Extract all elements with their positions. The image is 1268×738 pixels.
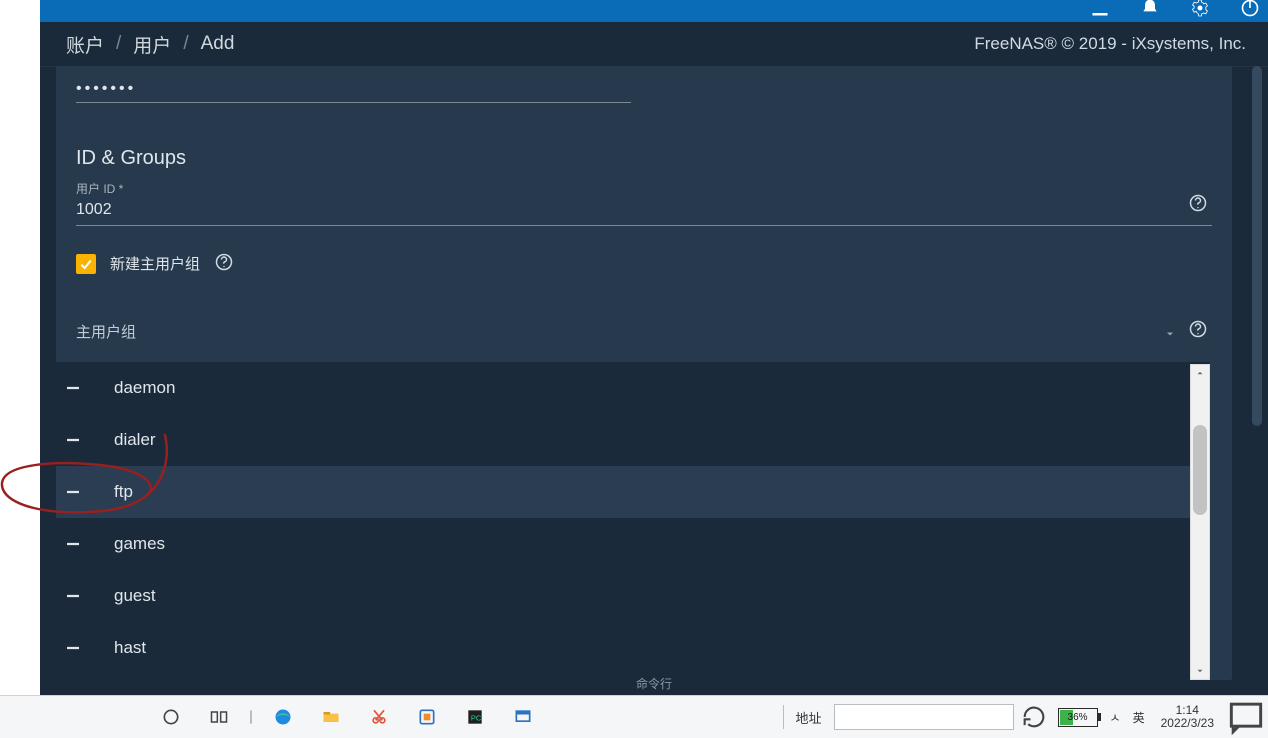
topbar: [40, 0, 1268, 22]
file-explorer-icon[interactable]: [308, 697, 354, 737]
address-label: 地址: [796, 708, 822, 727]
breadcrumb-add: Add: [197, 33, 239, 55]
breadcrumb: 账户 / 用户 / Add FreeNAS® © 2019 - iXsystem…: [40, 22, 1268, 67]
group-option-hast[interactable]: hast: [56, 622, 1210, 674]
dash-icon: [64, 483, 82, 501]
freenas-window: 账户 / 用户 / Add FreeNAS® © 2019 - iXsystem…: [40, 0, 1268, 696]
dash-icon: [64, 431, 82, 449]
battery-icon[interactable]: 36%: [1058, 708, 1098, 727]
group-option-dialer[interactable]: dialer: [56, 414, 1210, 466]
form-card: ID & Groups 用户 ID * 1002 新建主用户组: [56, 66, 1232, 680]
refresh-icon[interactable]: [1020, 704, 1048, 730]
primary-group-select[interactable]: 主用户组: [76, 321, 1212, 342]
power-icon[interactable]: [1240, 0, 1260, 21]
dash-icon: [64, 379, 82, 397]
notifications-icon[interactable]: [1140, 0, 1160, 21]
group-option-label: games: [114, 534, 165, 554]
group-option-label: ftp: [114, 482, 133, 502]
topbar-icon-1[interactable]: [1090, 0, 1110, 21]
user-id-label: 用户 ID *: [76, 180, 1212, 197]
group-option-label: guest: [114, 586, 156, 606]
group-option-label: daemon: [114, 378, 175, 398]
action-center-icon[interactable]: [1224, 697, 1268, 737]
app-icon[interactable]: [500, 697, 546, 737]
svg-text:PC: PC: [471, 713, 482, 722]
group-option-guest[interactable]: guest: [56, 570, 1210, 622]
cortana-icon[interactable]: [148, 697, 194, 737]
tray-chevron-icon[interactable]: ㅅ: [1104, 709, 1127, 726]
edge-app-icon[interactable]: [260, 697, 306, 737]
clock[interactable]: 1:14 2022/3/23: [1151, 704, 1224, 730]
vmware-app-icon[interactable]: [404, 697, 450, 737]
group-option-ftp[interactable]: ftp: [56, 466, 1210, 518]
group-options-list: daemon dialer ftp games guest hast: [56, 362, 1210, 680]
dash-icon: [64, 587, 82, 605]
address-bar-area: 地址: [777, 704, 1048, 730]
task-view-icon[interactable]: [196, 697, 242, 737]
new-primary-group-label: 新建主用户组: [110, 253, 200, 274]
breadcrumb-accounts[interactable]: 账户: [62, 31, 108, 58]
scroll-thumb[interactable]: [1252, 66, 1262, 426]
address-input[interactable]: [834, 704, 1014, 730]
group-option-daemon[interactable]: daemon: [56, 362, 1210, 414]
password-confirm-input[interactable]: [76, 76, 631, 103]
chevron-down-icon[interactable]: [1164, 327, 1176, 343]
dropdown-scrollbar[interactable]: [1190, 364, 1210, 680]
help-icon[interactable]: [1188, 319, 1208, 339]
dash-icon: [64, 535, 82, 553]
help-icon[interactable]: [1188, 193, 1208, 213]
section-id-groups: ID & Groups: [56, 103, 1232, 176]
group-option-games[interactable]: games: [56, 518, 1210, 570]
user-id-input[interactable]: 1002: [76, 197, 1212, 226]
scroll-up-icon[interactable]: [1191, 365, 1209, 381]
windows-taskbar: PC 地址 36% ㅅ 英 1:14 2022/3/23: [0, 695, 1268, 738]
dash-icon: [64, 639, 82, 657]
cli-label: 命令行: [40, 675, 1268, 692]
snip-app-icon[interactable]: [356, 697, 402, 737]
copyright-text: FreeNAS® © 2019 - iXsystems, Inc.: [974, 34, 1246, 54]
settings-icon[interactable]: [1190, 0, 1210, 21]
ime-indicator[interactable]: 英: [1127, 709, 1151, 726]
help-icon[interactable]: [214, 252, 234, 275]
scroll-thumb[interactable]: [1193, 425, 1207, 515]
group-option-label: hast: [114, 638, 146, 658]
taskbar-separator: [244, 697, 258, 737]
new-primary-group-checkbox[interactable]: [76, 254, 96, 274]
pycharm-app-icon[interactable]: PC: [452, 697, 498, 737]
breadcrumb-users[interactable]: 用户: [129, 31, 175, 58]
group-option-label: dialer: [114, 430, 156, 450]
page-scrollbar[interactable]: [1250, 66, 1264, 680]
